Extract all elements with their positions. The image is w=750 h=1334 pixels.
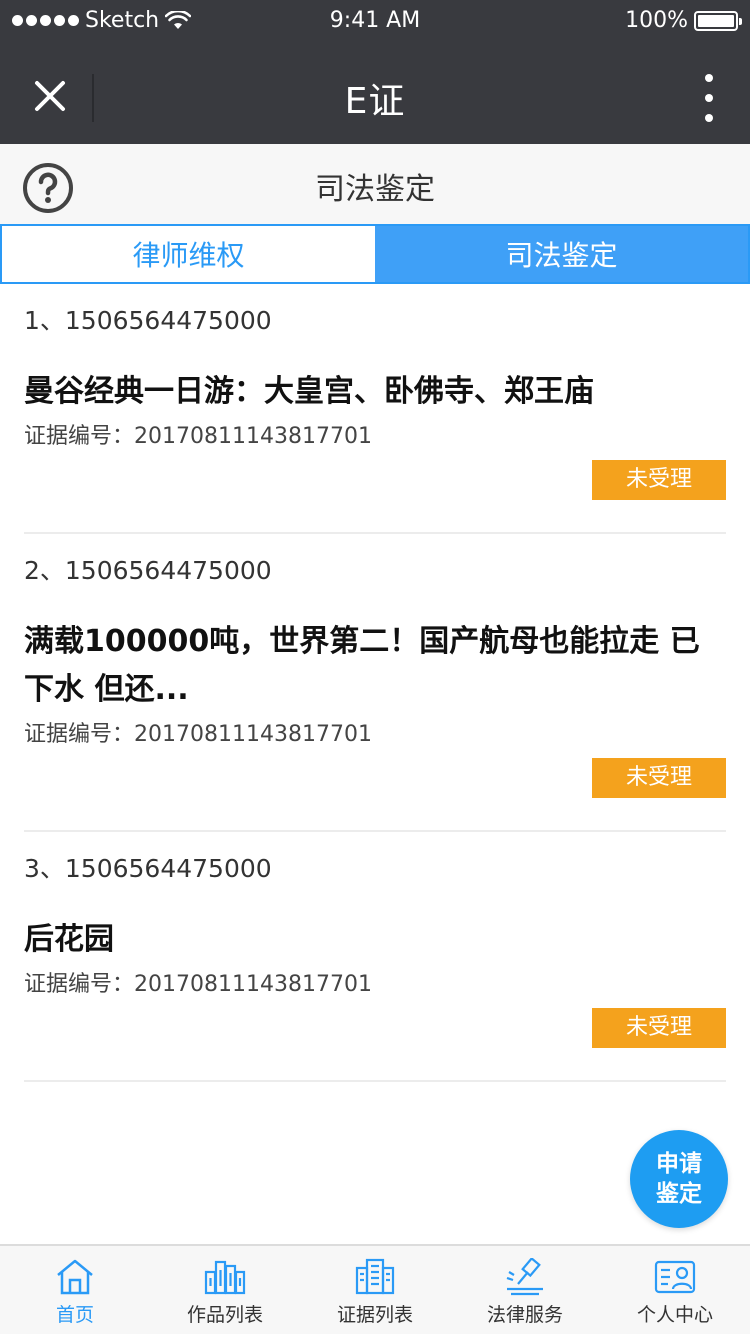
- home-icon: [57, 1259, 93, 1295]
- nav-bar: E证: [0, 44, 750, 144]
- more-dot-icon: [705, 114, 713, 122]
- tabbar-item-legal[interactable]: 法律服务: [450, 1246, 600, 1334]
- status-right: 100%: [625, 8, 742, 33]
- item-id: 3、1506564475000: [24, 854, 272, 883]
- tabbar-label: 证据列表: [336, 1304, 413, 1326]
- evidence-number: 证据编号：20170811143817701: [24, 972, 372, 997]
- page-header: 司法鉴定: [0, 144, 750, 226]
- badge-row: 未受理: [24, 1000, 726, 1080]
- battery-icon: [694, 10, 742, 31]
- tabbar-item-evidence[interactable]: 证据列表: [300, 1246, 450, 1334]
- list-item[interactable]: 3、1506564475000 后花园 证据编号：201708111438177…: [24, 832, 726, 1082]
- list-item[interactable]: 2、1506564475000 满载100000吨，世界第二！国产航母也能拉走 …: [24, 534, 726, 832]
- page-title: 司法鉴定: [315, 172, 435, 207]
- tabbar-item-home[interactable]: 首页: [0, 1246, 150, 1334]
- status-badge: 未受理: [592, 460, 726, 500]
- legal-service-icon: [506, 1258, 543, 1296]
- segment-tabs: 律师维权 司法鉴定: [0, 224, 750, 284]
- tabbar-label: 法律服务: [486, 1304, 563, 1326]
- fab-label-line2: 鉴定: [656, 1181, 702, 1207]
- evidence-number: 证据编号：20170811143817701: [24, 722, 372, 747]
- item-id: 2、1506564475000: [24, 556, 272, 585]
- evidence-list-icon: [355, 1258, 395, 1295]
- tabbar-label: 首页: [55, 1304, 94, 1326]
- status-bar: Sketch 9:41 AM 100%: [0, 0, 750, 44]
- item-id: 1、1506564475000: [24, 306, 272, 335]
- tabbar-item-works[interactable]: 作品列表: [150, 1246, 300, 1334]
- bottom-tab-bar: 首页 作品列表 证据列表 法律服务 个人中心: [0, 1244, 750, 1334]
- evidence-number: 证据编号：20170811143817701: [24, 424, 372, 449]
- more-dot-icon: [705, 74, 713, 82]
- more-dot-icon: [705, 94, 713, 102]
- tabbar-item-profile[interactable]: 个人中心: [600, 1246, 750, 1334]
- badge-row: 未受理: [24, 452, 726, 532]
- status-badge: 未受理: [592, 1008, 726, 1048]
- more-options-button[interactable]: [694, 74, 724, 122]
- tabbar-label: 个人中心: [636, 1304, 713, 1326]
- status-badge: 未受理: [592, 758, 726, 798]
- list-item[interactable]: 1、1506564475000 曼谷经典一日游：大皇宫、卧佛寺、郑王庙 证据编号…: [24, 284, 726, 534]
- fab-label-line1: 申请: [656, 1151, 702, 1177]
- item-title: 满载100000吨，世界第二！国产航母也能拉走 已下水 但还...: [24, 624, 700, 707]
- tabbar-label: 作品列表: [186, 1304, 263, 1326]
- appraisal-list: 1、1506564475000 曼谷经典一日游：大皇宫、卧佛寺、郑王庙 证据编号…: [24, 284, 726, 1082]
- apply-appraisal-button[interactable]: 申请 鉴定: [630, 1130, 728, 1228]
- profile-icon: [654, 1260, 696, 1294]
- item-title: 后花园: [24, 922, 114, 957]
- tab-lawyer-rights[interactable]: 律师维权: [2, 226, 375, 282]
- works-list-icon: [204, 1260, 246, 1295]
- badge-row: 未受理: [24, 750, 726, 830]
- app-title: E证: [344, 81, 406, 122]
- battery-percent: 100%: [625, 8, 688, 33]
- tab-judicial-appraisal[interactable]: 司法鉴定: [375, 226, 748, 282]
- item-title: 曼谷经典一日游：大皇宫、卧佛寺、郑王庙: [24, 374, 594, 409]
